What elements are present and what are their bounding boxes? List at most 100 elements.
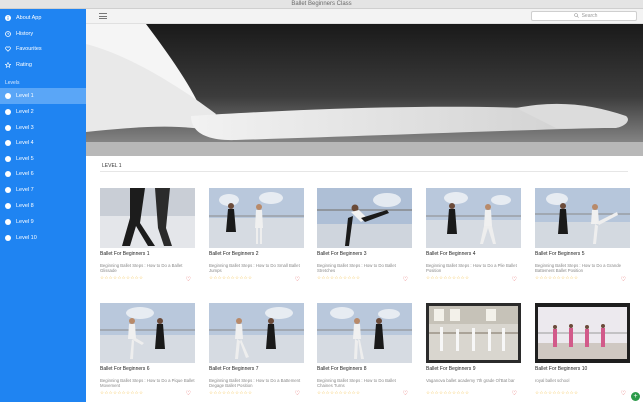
video-card[interactable]: Ballet For Beginners 9 Vaganova ballet a… [426,303,521,397]
favourite-heart-icon[interactable]: ♡ [295,390,300,397]
heart-icon [5,46,11,52]
video-thumbnail[interactable] [535,303,630,363]
sidebar-item-label: Level 10 [16,234,37,241]
video-thumbnail[interactable] [317,303,412,363]
level-dot-icon [5,234,11,241]
sidebar-item-about-app[interactable]: About App [0,10,86,25]
video-thumbnail[interactable] [317,188,412,248]
favourite-heart-icon[interactable]: ♡ [621,276,626,283]
search-icon [573,12,579,20]
video-description: Beginning Ballet Steps : How to Do Balle… [317,378,396,389]
sidebar-item-label: Level 3 [16,124,34,131]
video-title: Ballet For Beginners 1 [100,251,150,257]
video-description: Beginning Ballet Steps : How to Do a Piq… [100,378,195,389]
sidebar-item-label: Level 4 [16,139,34,146]
video-description: Beginning Ballet Steps : How to Do a Bal… [100,263,183,274]
video-title: Ballet For Beginners 2 [209,251,259,257]
level-dot-icon [5,155,11,162]
sidebar-item-history[interactable]: History [0,26,86,41]
level-dot-icon [5,186,11,193]
video-card[interactable]: Ballet For Beginners 8 Beginning Ballet … [317,303,412,397]
sidebar-item-level-5[interactable]: Level 5 [0,151,86,166]
rating-stars[interactable]: ☆☆☆☆☆☆☆☆☆☆ [426,275,521,281]
sidebar-item-label: Rating [16,61,32,68]
level-dot-icon [5,93,11,99]
sidebar-item-label: Level 5 [16,155,34,162]
video-description: Beginning Ballet Steps : How to Do a Gra… [535,263,621,274]
video-title: Ballet For Beginners 5 [535,251,585,257]
favourite-heart-icon[interactable]: ♡ [295,276,300,283]
sidebar-item-level-2[interactable]: Level 2 [0,104,86,119]
favourite-heart-icon[interactable]: ♡ [186,390,191,397]
rating-stars[interactable]: ☆☆☆☆☆☆☆☆☆☆ [317,390,412,396]
rating-stars[interactable]: ☆☆☆☆☆☆☆☆☆☆ [100,390,195,396]
rating-stars[interactable]: ☆☆☆☆☆☆☆☆☆☆ [209,390,304,396]
sidebar-item-label: Level 7 [16,186,34,193]
video-thumbnail[interactable] [426,188,521,248]
sidebar-item-rating[interactable]: Rating [0,57,86,72]
video-title: Ballet For Beginners 4 [426,251,476,257]
sidebar-item-level-3[interactable]: Level 3 [0,120,86,135]
sidebar-item-label: Favourites [16,45,42,52]
video-title: Ballet For Beginners 8 [317,366,367,372]
video-title: Ballet For Beginners 6 [100,366,150,372]
rating-stars[interactable]: ☆☆☆☆☆☆☆☆☆☆ [209,275,304,281]
video-card[interactable]: Ballet For Beginners 5 Beginning Ballet … [535,188,630,283]
app-window: Ballet Beginners Class About App History… [0,0,643,402]
favourite-heart-icon[interactable]: ♡ [403,276,408,283]
sidebar-item-level-10[interactable]: Level 10 [0,230,86,245]
sidebar-item-level-4[interactable]: Level 4 [0,135,86,150]
video-description: Vaganova ballet academy 7th grade Ol'Bat… [426,378,515,383]
sidebar-item-level-8[interactable]: Level 8 [0,198,86,213]
video-description: royal ballet school [535,378,570,383]
favourite-heart-icon[interactable]: ♡ [512,276,517,283]
video-card[interactable]: Ballet For Beginners 1 Beginning Ballet … [100,188,195,283]
rating-stars[interactable]: ☆☆☆☆☆☆☆☆☆☆ [535,390,630,396]
video-title: Ballet For Beginners 3 [317,251,367,257]
window-title: Ballet Beginners Class [291,1,352,7]
video-card[interactable]: Ballet For Beginners 10 royal ballet sch… [535,303,630,397]
info-icon [5,14,11,21]
sidebar-item-level-6[interactable]: Level 6 [0,166,86,181]
search-input[interactable]: Search [531,11,637,21]
video-card[interactable]: Ballet For Beginners 7 Beginning Ballet … [209,303,304,397]
sidebar-item-label: Level 1 [16,93,34,99]
video-description: Beginning Ballet Steps : How to Do a Pli… [426,263,517,274]
favourite-heart-icon[interactable]: ♡ [621,390,626,397]
rating-stars[interactable]: ☆☆☆☆☆☆☆☆☆☆ [317,275,412,281]
rating-stars[interactable]: ☆☆☆☆☆☆☆☆☆☆ [426,390,521,396]
level-dot-icon [5,170,11,177]
video-thumbnail[interactable] [100,303,195,363]
sidebar-item-level-1[interactable]: Level 1 [0,88,86,104]
video-thumbnail[interactable] [209,303,304,363]
favourite-heart-icon[interactable]: ♡ [512,390,517,397]
favourite-heart-icon[interactable]: ♡ [403,390,408,397]
video-thumbnail[interactable] [100,188,195,248]
level-dot-icon [5,202,11,209]
favourite-heart-icon[interactable]: ♡ [186,276,191,283]
sidebar-item-level-7[interactable]: Level 7 [0,182,86,197]
toolbar: Search [86,9,643,24]
sidebar-item-label: Level 2 [16,108,34,115]
video-thumbnail[interactable] [209,188,304,248]
video-description: Beginning Ballet Steps : How to Do Small… [209,263,300,274]
video-card[interactable]: Ballet For Beginners 6 Beginning Ballet … [100,303,195,397]
add-button[interactable]: + [631,392,640,401]
rating-stars[interactable]: ☆☆☆☆☆☆☆☆☆☆ [100,275,195,281]
search-placeholder: Search [581,13,598,19]
video-description: Beginning Ballet Steps : How to Do Balle… [317,263,396,274]
video-card[interactable]: Ballet For Beginners 2 Beginning Ballet … [209,188,304,283]
sidebar-item-favourites[interactable]: Favourites [0,41,86,56]
level-dot-icon [5,124,11,131]
sidebar-item-label: Level 8 [16,202,34,209]
video-thumbnail[interactable] [426,303,521,363]
video-title: Ballet For Beginners 10 [535,366,588,372]
level-dot-icon [5,218,11,225]
video-thumbnail[interactable] [535,188,630,248]
video-card[interactable]: Ballet For Beginners 4 Beginning Ballet … [426,188,521,283]
sidebar-item-level-9[interactable]: Level 9 [0,214,86,229]
rating-stars[interactable]: ☆☆☆☆☆☆☆☆☆☆ [535,275,630,281]
video-card[interactable]: Ballet For Beginners 3 Beginning Ballet … [317,188,412,283]
sidebar-item-label: About App [16,14,42,21]
menu-icon[interactable] [99,13,107,19]
